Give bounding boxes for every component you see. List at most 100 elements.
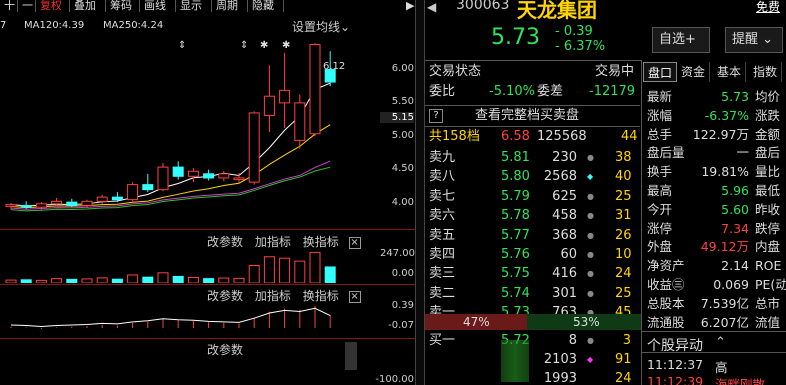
volume-bar [20, 279, 32, 283]
candle-body [187, 170, 199, 177]
volume-bar [66, 278, 78, 283]
stat-label-2: 流值 [755, 314, 781, 330]
weicha-label: 委差 [537, 84, 564, 99]
bid-label: 买一 [429, 333, 456, 348]
stat-row: 总股本 7.539亿 总市 [647, 295, 786, 313]
candle-body [172, 166, 184, 177]
close-icon[interactable]: × [348, 290, 361, 303]
ask-marker: ◆ [587, 172, 594, 182]
price-change-pct: - 6.37% [555, 39, 606, 54]
stat-value: 49.12万 [700, 239, 749, 255]
ask-row[interactable]: 卖九 5.81 230 ● 38 [425, 148, 640, 167]
alert-button[interactable]: 提醒 ⌄ [725, 27, 783, 53]
display-button[interactable]: 显示 [176, 0, 212, 12]
crosshair-button[interactable]: 十 [0, 0, 18, 12]
ask-volume: 2568 [543, 169, 577, 185]
alert-label: 提醒 [732, 32, 759, 47]
tab-funds[interactable]: 资金 [677, 62, 711, 82]
ask-label: 卖九 [429, 150, 456, 165]
ask-marker: ● [587, 250, 594, 259]
ask-row[interactable]: 卖四 5.76 60 ● 10 [425, 245, 640, 264]
tab-bar: 盘口 资金 基本 指数 [643, 62, 786, 82]
volume-bar [5, 279, 17, 283]
add-watchlist-button[interactable]: 自选+ [652, 27, 710, 53]
candle-body [127, 184, 139, 201]
ask-row[interactable]: 卖六 5.78 458 ● 31 [425, 206, 640, 225]
chevron-up-icon[interactable]: ⌃ [715, 335, 726, 350]
ask-label: 卖六 [429, 208, 456, 224]
tab-pankou[interactable]: 盘口 [643, 62, 678, 82]
tab-basic[interactable]: 基本 [713, 62, 747, 82]
switch-indicator-button[interactable]: 换指标 [303, 235, 339, 249]
macd-axis-top: 0.39 [391, 300, 414, 311]
overlay-button[interactable]: 叠加 [70, 0, 106, 12]
candle-body [5, 204, 17, 207]
bid-row[interactable]: 2103 ◆ 91 [425, 350, 640, 369]
volume-bar [187, 276, 199, 283]
full-book-button[interactable]: ? 查看完整档买卖盘 [425, 105, 640, 127]
ask-marker: ● [587, 269, 594, 279]
ask-label: 卖三 [429, 266, 456, 282]
stat-row: 换手 19.81% 量比 [647, 163, 786, 181]
edit-params-button[interactable]: 改参数 [207, 343, 243, 357]
volume-bar [157, 272, 169, 283]
chip-button[interactable]: 筹码 [106, 0, 140, 12]
stat-label: 收益㊂ [647, 277, 685, 292]
status-label: 交易状态 [429, 64, 482, 79]
volume-bar [96, 277, 108, 283]
ask-price: 5.74 [501, 285, 530, 301]
bid-row[interactable]: 1993 24 [425, 369, 640, 385]
adjust-button[interactable]: 复权 [36, 0, 70, 12]
tab-index[interactable]: 指数 [749, 62, 783, 82]
next-icon[interactable]: ▶ [402, 0, 416, 12]
ask-row[interactable]: 卖八 5.80 2568 ◆ 40 [425, 167, 640, 186]
level-highlight [501, 340, 529, 382]
hide-button[interactable]: 隐藏 [248, 0, 284, 12]
bid-marker: ● [587, 336, 594, 345]
period-button[interactable]: 周期 [212, 0, 248, 12]
ask-price: 5.79 [501, 188, 530, 204]
add-indicator-button[interactable]: 加指标 [255, 235, 291, 249]
stat-label: 盘后量 [647, 145, 685, 161]
close-icon[interactable]: × [348, 236, 361, 249]
stat-value: 一 [736, 145, 749, 161]
ask-count: 24 [615, 266, 632, 282]
anomaly-text[interactable]: 海畔刚散 [715, 374, 765, 385]
ask-marker: ● [587, 288, 594, 298]
bid-row[interactable]: 买一5.728●3 [425, 331, 640, 350]
edit-params-button[interactable]: 改参数 [207, 289, 243, 303]
minus-button[interactable]: 一 [18, 0, 36, 12]
ma120-legend: MA120:4.39 [24, 20, 85, 31]
vol-axis-max: 247.00 [380, 248, 415, 259]
ask-row[interactable]: 卖七 5.79 625 ● 25 [425, 187, 640, 206]
stat-label: 总手 [647, 126, 673, 142]
divider [641, 60, 642, 385]
draw-button[interactable]: 画线 [140, 0, 176, 12]
switch-indicator-button[interactable]: 换指标 [303, 289, 339, 303]
free-link[interactable]: 免费 [756, 0, 780, 15]
kline-chart-area[interactable]: 十一复权 叠加 筹码 画线 显示 周期 隐藏 ▶ 7 MA120:4.39 MA250:4.2… [0, 0, 425, 385]
candle-body [81, 200, 93, 206]
candle-body [294, 102, 306, 141]
add-indicator-button[interactable]: 加指标 [255, 289, 291, 303]
ask-price: 5.76 [501, 247, 530, 262]
candle-body [309, 44, 321, 135]
stat-label-2: 金额 [755, 126, 781, 142]
anomaly-time: 11:12:37 [647, 357, 704, 372]
ask-volume: 368 [552, 227, 577, 243]
prev-stock-icon[interactable]: ◀ [427, 0, 436, 14]
stat-label-2: 盘后 [755, 145, 781, 161]
panel-splitter[interactable] [415, 0, 425, 385]
stat-label-2: 量比 [755, 164, 781, 180]
scroll-handle[interactable] [345, 342, 357, 370]
ask-count: 25 [615, 285, 632, 301]
candle-body [279, 89, 291, 104]
edit-params-button[interactable]: 改参数 [207, 235, 243, 249]
volume-bar [294, 260, 306, 283]
divider [425, 60, 641, 61]
ask-row[interactable]: 卖二 5.74 301 ● 25 [425, 284, 640, 303]
total-count: 44 [621, 129, 638, 144]
stat-row: 最新 5.73 均价 [647, 88, 786, 106]
ask-row[interactable]: 卖五 5.77 368 ● 26 [425, 226, 640, 245]
ask-row[interactable]: 卖三 5.75 416 ● 24 [425, 264, 640, 283]
